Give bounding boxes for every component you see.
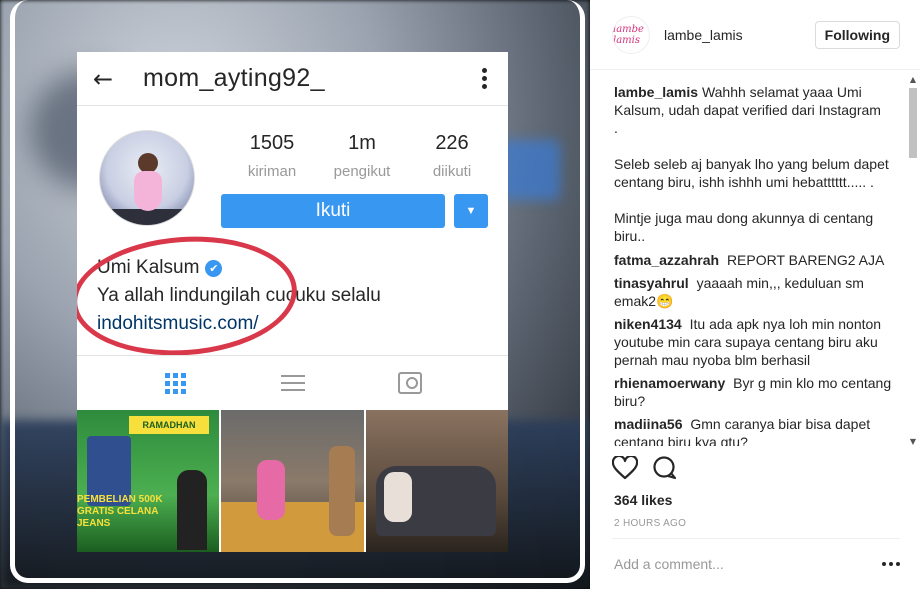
- thumbnail-photo: [221, 410, 364, 552]
- highlight-oval: [77, 229, 301, 363]
- screenshot-follow-button: Ikuti: [221, 194, 445, 228]
- stat-followers: 1m pengikut: [317, 132, 407, 180]
- stat-label: pengikut: [333, 163, 391, 180]
- caption-text: Seleb seleb aj banyak lho yang belum dap…: [614, 156, 889, 190]
- comment-username[interactable]: rhienamoerwany: [614, 375, 725, 391]
- tagged-photos-icon: [395, 370, 425, 396]
- caption-text: Mintje juga mau dong akunnya di centang …: [614, 210, 874, 244]
- comment-item: madiina56 Gmn caranya biar bisa dapet ce…: [614, 415, 898, 446]
- screenshot-profile: 1505 kiriman 1m pengikut 226 diikuti Iku…: [77, 106, 508, 236]
- comments-list[interactable]: lambe_lamis Wahhh selamat yaaa Umi Kalsu…: [590, 71, 920, 446]
- comment-icon[interactable]: [652, 456, 678, 480]
- comment-username[interactable]: madiina56: [614, 416, 682, 432]
- author-avatar[interactable]: lambe lamis: [612, 15, 650, 54]
- caption-username[interactable]: lambe_lamis: [614, 84, 698, 100]
- comment-username[interactable]: fatma_azzahrah: [614, 252, 719, 268]
- thumbnail-promo-text: PEMBELIAN 500K GRATIS CELANA JEANS: [77, 494, 163, 529]
- following-button[interactable]: Following: [814, 20, 900, 49]
- stat-value: 1505: [249, 132, 295, 154]
- comment-item: tinasyahrul yaaaah min,,, keduluan sm em…: [614, 274, 898, 310]
- heart-icon[interactable]: [612, 456, 638, 480]
- scroll-up-icon[interactable]: ▲: [909, 76, 917, 84]
- stat-label: diikuti: [432, 163, 472, 180]
- screenshot-username: mom_ayting92_: [143, 64, 325, 92]
- thumbnail-banner: RAMADHAN: [129, 416, 209, 434]
- thumbnail-promo: RAMADHAN PEMBELIAN 500K GRATIS CELANA JE…: [77, 410, 220, 552]
- vertical-dots-icon: [476, 68, 492, 89]
- scrollbar-thumb[interactable]: [909, 88, 917, 158]
- likes-count[interactable]: 364 likes: [614, 492, 672, 508]
- post-actions: [612, 456, 678, 480]
- add-comment-bar: Add a comment...: [612, 538, 900, 589]
- author-username[interactable]: lambe_lamis: [664, 27, 815, 43]
- back-arrow-icon: ←: [93, 64, 114, 93]
- comment-username[interactable]: niken4134: [614, 316, 682, 332]
- thumbnail-photo: [365, 410, 508, 552]
- stat-posts: 1505 kiriman: [227, 132, 317, 180]
- stat-label: kiriman: [247, 163, 297, 180]
- post-side-panel: lambe lamis lambe_lamis Following lambe_…: [590, 0, 920, 589]
- more-options-icon[interactable]: [882, 562, 900, 566]
- screenshot-header: ← mom_ayting92_: [77, 52, 508, 106]
- profile-stats: 1505 kiriman 1m pengikut 226 diikuti: [227, 132, 497, 180]
- grid-view-icon: [161, 370, 191, 396]
- post-header: lambe lamis lambe_lamis Following: [590, 0, 920, 70]
- profile-screenshot: ← mom_ayting92_ 1505 kiriman 1m pengikut…: [77, 52, 508, 552]
- profile-avatar: [99, 130, 195, 226]
- comments-scrollbar[interactable]: ▲ ▼: [909, 76, 917, 446]
- caption-text: .: [614, 120, 618, 136]
- list-view-icon: [278, 370, 308, 396]
- scroll-down-icon[interactable]: ▼: [909, 438, 917, 446]
- screenshot-thumbnails: RAMADHAN PEMBELIAN 500K GRATIS CELANA JE…: [77, 410, 508, 552]
- add-comment-input[interactable]: Add a comment...: [612, 556, 882, 572]
- comment-username[interactable]: tinasyahrul: [614, 275, 689, 291]
- screenshot-bio: Umi Kalsum ✔ Ya allah lindungilah cucuku…: [77, 229, 497, 363]
- post-image: ← mom_ayting92_ 1505 kiriman 1m pengikut…: [0, 0, 590, 589]
- stat-following: 226 diikuti: [407, 132, 497, 180]
- stat-value: 1m: [348, 132, 376, 154]
- comment-item: fatma_azzahrah REPORT BARENG2 AJA: [614, 251, 898, 269]
- chevron-down-icon: ▼: [454, 194, 488, 228]
- screenshot-tabs: [77, 355, 508, 410]
- stat-value: 226: [435, 132, 469, 154]
- comment-item: niken4134 Itu ada apk nya loh min nonton…: [614, 315, 898, 369]
- post-timestamp[interactable]: 2 HOURS AGO: [614, 518, 686, 529]
- comment-item: rhienamoerwany Byr g min klo mo centang …: [614, 374, 898, 410]
- comment-text: REPORT BARENG2 AJA: [726, 252, 885, 268]
- caption: lambe_lamis Wahhh selamat yaaa Umi Kalsu…: [614, 83, 898, 119]
- avatar-logo-text: lambe lamis: [613, 23, 644, 46]
